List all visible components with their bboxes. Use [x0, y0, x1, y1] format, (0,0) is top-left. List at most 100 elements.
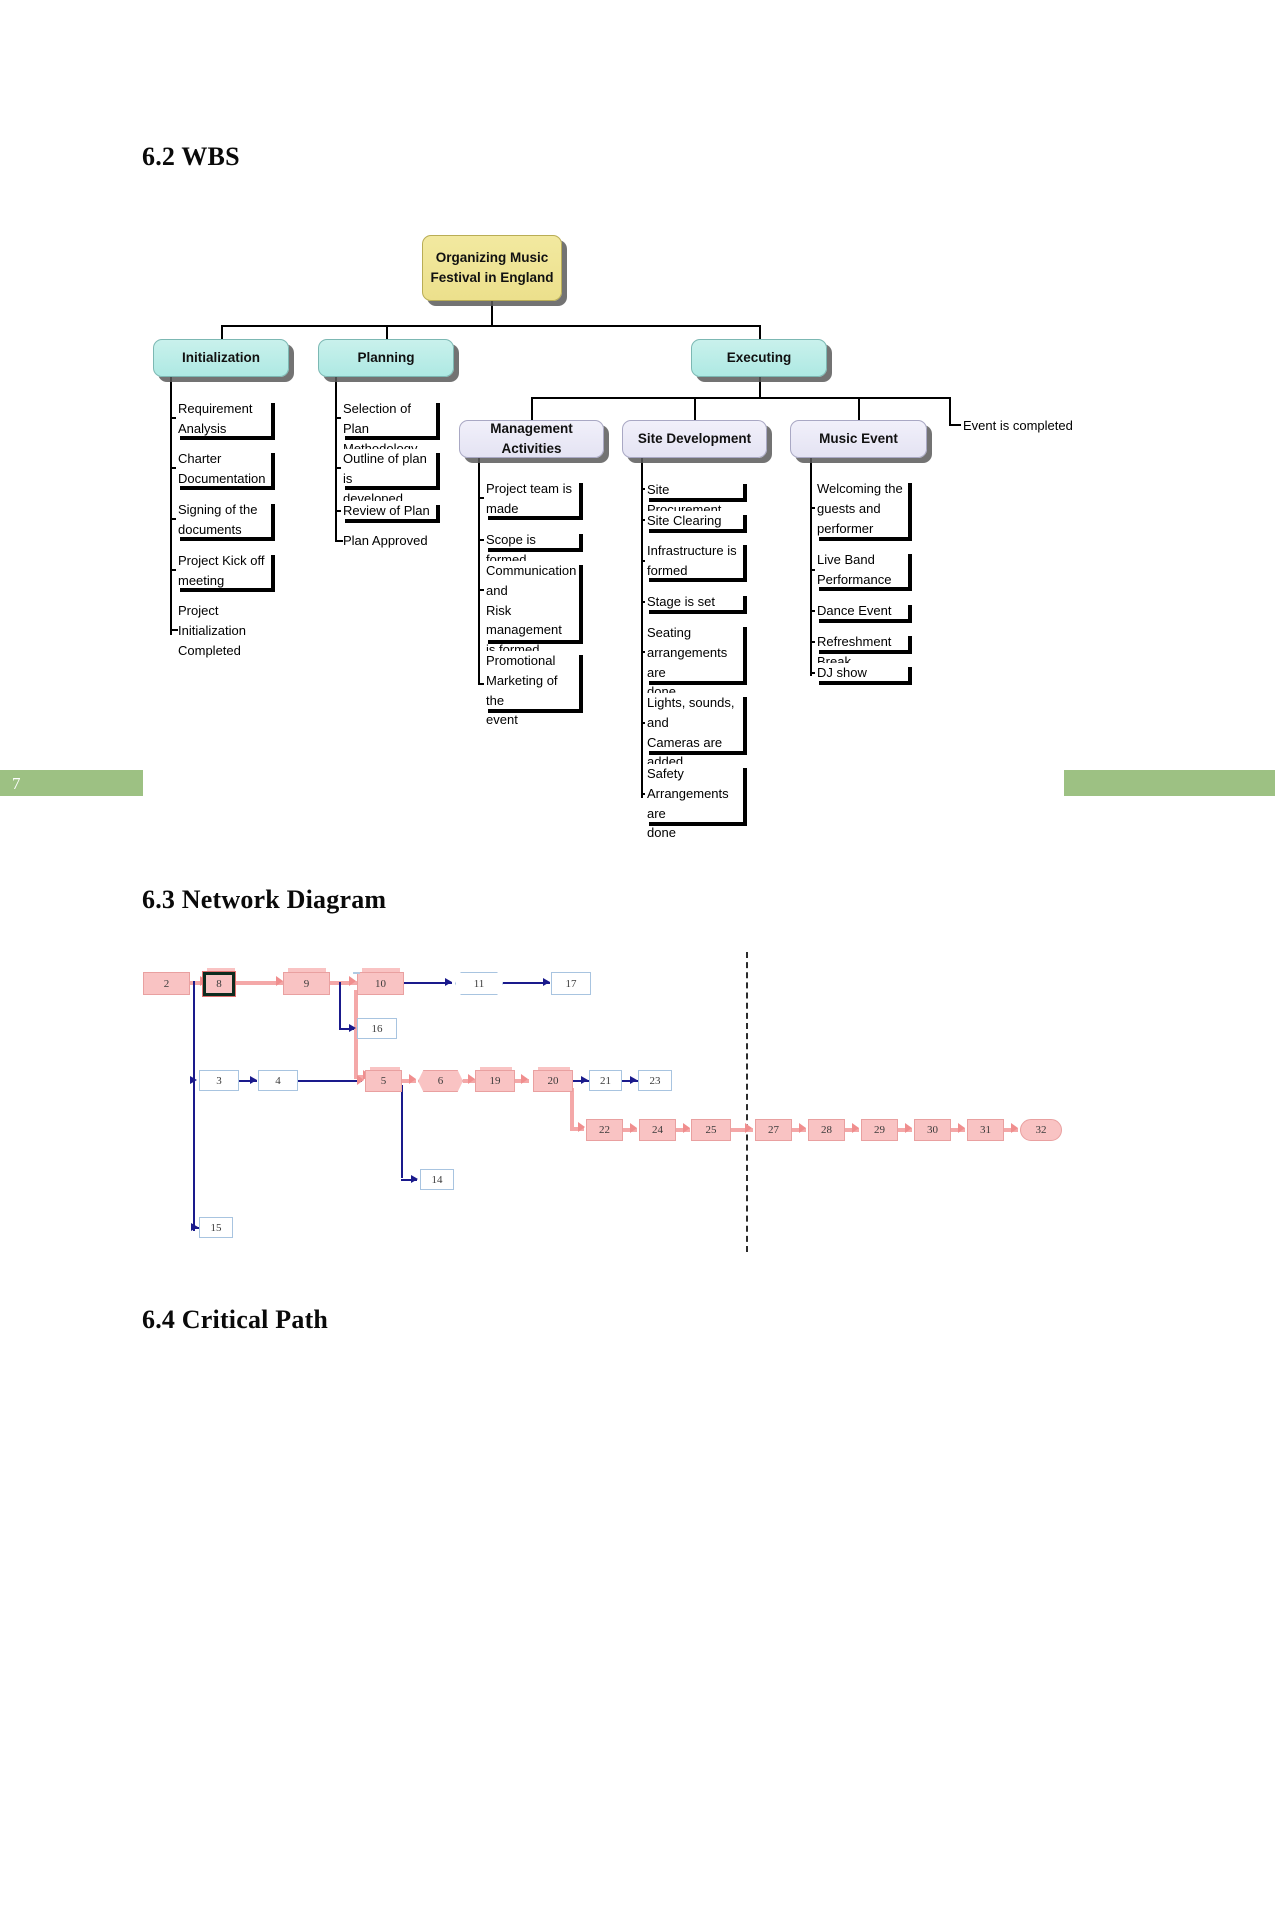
- network-node-spacer6: [356, 972, 358, 974]
- wbs-task-item: Site Procurement: [645, 480, 743, 517]
- arrow-head-icon: [578, 1122, 585, 1132]
- arrow-head-icon: [543, 978, 550, 986]
- connector-branch-vertical: [193, 981, 195, 1231]
- network-node[interactable]: 17: [551, 972, 591, 995]
- arrow-head-icon: [349, 1024, 356, 1032]
- arrow-head-icon: [357, 1075, 364, 1085]
- network-node[interactable]: 3: [199, 1070, 239, 1091]
- document-page: 6.2 WBS 6.3 Network Diagram 6.4 Critical…: [0, 0, 1275, 1651]
- connector-arrow: [298, 1080, 362, 1082]
- arrow-head-icon: [1011, 1123, 1018, 1133]
- network-node[interactable]: 2: [143, 972, 190, 995]
- connector-drop-site-development: [694, 397, 696, 421]
- connector-trunk-management: [478, 458, 480, 685]
- network-node[interactable]: 27: [755, 1119, 792, 1141]
- connector-drop-management: [531, 397, 533, 421]
- network-node-terminal[interactable]: 32: [1020, 1119, 1062, 1141]
- network-node[interactable]: 28: [808, 1119, 845, 1141]
- wbs-task-item: Signing of the documents: [176, 500, 271, 537]
- network-node[interactable]: 22: [586, 1119, 623, 1141]
- wbs-task-item: Outline of plan is developed: [341, 449, 436, 506]
- arrow-head-icon: [630, 1076, 637, 1084]
- wbs-task-event-completed: Event is completed: [963, 418, 1073, 433]
- wbs-task-item: Selection of Plan Methodology: [341, 399, 436, 456]
- network-node[interactable]: 31: [967, 1119, 1004, 1141]
- network-node-selected[interactable]: 8: [202, 971, 236, 997]
- arrow-head-icon: [191, 1223, 198, 1231]
- network-node[interactable]: 21: [589, 1070, 622, 1091]
- wbs-task-item: DJ show: [815, 663, 908, 681]
- network-node[interactable]: 14: [420, 1169, 454, 1190]
- page-title-critical-path: 6.4 Critical Path: [142, 1305, 329, 1334]
- wbs-sub-music-event: Music Event: [790, 420, 927, 458]
- arrow-head-icon: [276, 976, 283, 986]
- wbs-task-item: Plan Approved: [343, 533, 428, 548]
- arrow-head-icon: [683, 1123, 690, 1133]
- connector-executing-stem: [759, 377, 761, 399]
- arrow-head-icon: [521, 1074, 528, 1084]
- network-node[interactable]: 25: [691, 1119, 731, 1141]
- connector-branch-vertical: [401, 1085, 403, 1178]
- wbs-task-item: Scope is formed: [484, 530, 579, 567]
- phase-divider-dashed-line: [746, 952, 748, 1252]
- wbs-task-item: Dance Event: [815, 601, 908, 619]
- network-node[interactable]: 29: [861, 1119, 898, 1141]
- network-node-spacer11: [353, 972, 355, 974]
- wbs-task-item: Lights, sounds, and Cameras are added: [645, 693, 743, 769]
- connector-branch-vertical: [570, 1088, 574, 1130]
- network-diagram: 2 8 9 10 11 17 16 3 4 5 6 19 20 21 23 14…: [0, 930, 1275, 1290]
- wbs-task-item: Seating arrangements are done: [645, 623, 743, 699]
- wbs-chart: Organizing Music Festival in England Ini…: [0, 0, 1275, 870]
- page-title-network-diagram: 6.3 Network Diagram: [142, 885, 387, 914]
- connector-trunk-planning: [335, 377, 337, 542]
- arrow-head-icon: [445, 978, 452, 986]
- network-node[interactable]: 5: [365, 1070, 402, 1092]
- wbs-task-item: Promotional Marketing of the event: [484, 651, 579, 727]
- network-node[interactable]: 4: [258, 1070, 298, 1091]
- wbs-task-item: Refreshment Break: [815, 632, 908, 669]
- network-node[interactable]: 16: [357, 1018, 397, 1039]
- connector-trunk-music-event: [810, 458, 812, 676]
- network-node[interactable]: 19: [475, 1070, 515, 1092]
- wbs-sub-site-development: Site Development: [622, 420, 767, 458]
- wbs-task-item: Requirement Analysis: [176, 399, 271, 436]
- connector-level1-bus: [221, 325, 760, 327]
- arrow-head-icon: [581, 1076, 588, 1084]
- network-node[interactable]: 24: [639, 1119, 676, 1141]
- wbs-task-item: Project team is made: [484, 479, 579, 516]
- connector-trunk-initialization: [170, 377, 172, 635]
- wbs-task-item: Welcoming the guests and performer: [815, 479, 908, 537]
- wbs-task-item: Project Initialization Completed: [178, 603, 246, 658]
- network-node[interactable]: 11: [455, 972, 503, 995]
- network-node[interactable]: 15: [199, 1217, 233, 1238]
- network-node[interactable]: 9: [283, 972, 330, 995]
- network-node[interactable]: 6: [418, 1070, 463, 1092]
- wbs-task-item: Communication and Risk management is for…: [484, 561, 579, 657]
- connector-executing-bus: [531, 397, 951, 399]
- connector-drop-executing: [759, 325, 761, 340]
- arrow-head-icon: [905, 1123, 912, 1133]
- network-node[interactable]: 30: [914, 1119, 951, 1141]
- network-node[interactable]: 20: [533, 1070, 573, 1092]
- arrow-head-icon: [250, 1076, 257, 1084]
- wbs-task-item: Infrastructure is formed: [645, 541, 743, 578]
- wbs-task-item: Site Clearing: [645, 511, 743, 529]
- arrow-head-icon: [799, 1123, 806, 1133]
- arrow-head-icon: [411, 1175, 418, 1183]
- arrow-head-icon: [190, 1076, 197, 1084]
- connector-drop-music-event: [858, 397, 860, 421]
- connector-trunk-site-development: [641, 458, 643, 798]
- arrow-head-icon: [468, 1074, 475, 1084]
- wbs-phase-executing: Executing: [691, 339, 827, 377]
- connector-root-stem: [491, 301, 493, 326]
- wbs-sub-management-activities: Management Activities: [459, 420, 604, 458]
- wbs-task-item: Live Band Performance: [815, 550, 908, 587]
- arrow-head-icon: [630, 1123, 637, 1133]
- wbs-task-item: Stage is set: [645, 592, 743, 610]
- wbs-task-item: Project Kick off meeting: [176, 551, 271, 588]
- network-node[interactable]: 23: [638, 1070, 672, 1091]
- wbs-task-item: Charter Documentation: [176, 449, 271, 486]
- arrow-head-icon: [409, 1074, 416, 1084]
- arrow-head-icon: [852, 1123, 859, 1133]
- wbs-phase-planning: Planning: [318, 339, 454, 377]
